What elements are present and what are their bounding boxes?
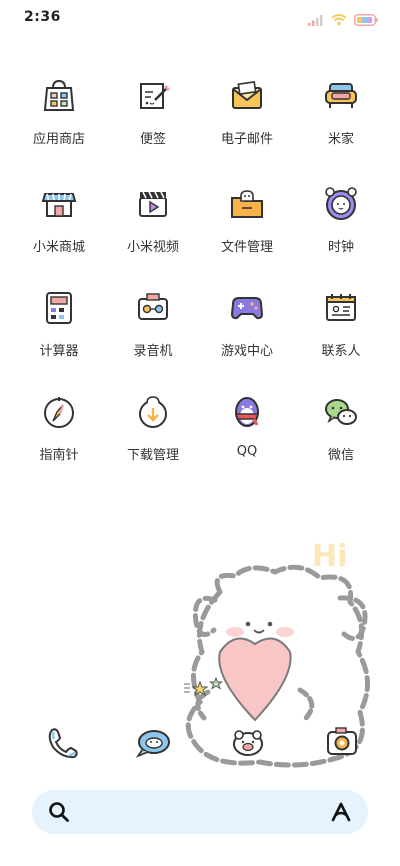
app-label: 米家: [327, 132, 354, 147]
status-icons: [308, 11, 378, 30]
battery-icon: [354, 11, 378, 30]
app-label: 小米商城: [32, 240, 85, 255]
wechat-icon: [321, 392, 361, 432]
hi-text: Hi: [312, 539, 347, 574]
wifi-icon: [331, 11, 347, 30]
app-label: QQ: [236, 444, 258, 459]
app-clock[interactable]: 时钟: [296, 184, 386, 255]
app-mi-store[interactable]: 小米商城: [14, 184, 104, 255]
file-manager-folder-icon: [227, 184, 267, 224]
dock-camera[interactable]: [322, 722, 362, 762]
app-qq[interactable]: QQ: [202, 392, 292, 459]
app-label: 时钟: [327, 240, 354, 255]
app-label: 小米视频: [126, 240, 179, 255]
app-contacts[interactable]: 联系人: [296, 288, 386, 359]
app-store-bag-icon: [39, 76, 79, 116]
dock-messages[interactable]: [134, 722, 174, 762]
search-bar[interactable]: [32, 790, 368, 836]
calculator-icon: [39, 288, 79, 328]
recorder-icon: [133, 288, 173, 328]
browser-icon: [228, 730, 268, 766]
email-icon: [227, 76, 267, 116]
status-bar: 2:36: [0, 0, 400, 34]
dock: [0, 722, 400, 762]
assistant-icon[interactable]: [330, 801, 352, 823]
downloads-icon: [133, 392, 173, 432]
app-label: 微信: [327, 448, 354, 463]
app-label: 电子邮件: [220, 132, 273, 147]
mi-home-sofa-icon: [321, 76, 361, 116]
clock-icon: [321, 184, 361, 224]
signal-icon: [308, 11, 324, 30]
app-label: 应用商店: [32, 132, 85, 147]
app-label: 录音机: [133, 344, 173, 359]
app-email[interactable]: 电子邮件: [202, 76, 292, 147]
app-recorder[interactable]: 录音机: [108, 288, 198, 359]
compass-icon: [39, 392, 79, 432]
game-center-gamepad-icon: [227, 288, 267, 328]
mi-store-icon: [39, 184, 79, 224]
app-label: 指南针: [39, 448, 79, 463]
app-label: 文件管理: [220, 240, 273, 255]
contacts-icon: [321, 288, 361, 328]
app-file-manager[interactable]: 文件管理: [202, 184, 292, 255]
messages-icon: [134, 730, 174, 766]
search-icon[interactable]: [48, 801, 70, 823]
notes-icon: [133, 76, 173, 116]
status-time: 2:36: [24, 9, 61, 25]
search-input[interactable]: [80, 790, 320, 836]
dock-browser[interactable]: [228, 722, 268, 762]
app-notes[interactable]: 便签: [108, 76, 198, 147]
app-calculator[interactable]: 计算器: [14, 288, 104, 359]
app-mi-video[interactable]: 小米视频: [108, 184, 198, 255]
app-game-center[interactable]: 游戏中心: [202, 288, 292, 359]
app-app-store[interactable]: 应用商店: [14, 76, 104, 147]
app-label: 便签: [139, 132, 166, 147]
app-wechat[interactable]: 微信: [296, 392, 386, 463]
app-label: 计算器: [39, 344, 79, 359]
mi-video-icon: [133, 184, 173, 224]
app-label: 下载管理: [126, 448, 179, 463]
app-label: 联系人: [321, 344, 361, 359]
qq-penguin-icon: [227, 392, 267, 432]
dock-phone[interactable]: [42, 722, 82, 762]
app-label: 游戏中心: [220, 344, 273, 359]
camera-icon: [322, 727, 362, 766]
app-compass[interactable]: 指南针: [14, 392, 104, 463]
phone-icon: [42, 728, 82, 766]
app-downloads[interactable]: 下载管理: [108, 392, 198, 463]
app-mi-home[interactable]: 米家: [296, 76, 386, 147]
